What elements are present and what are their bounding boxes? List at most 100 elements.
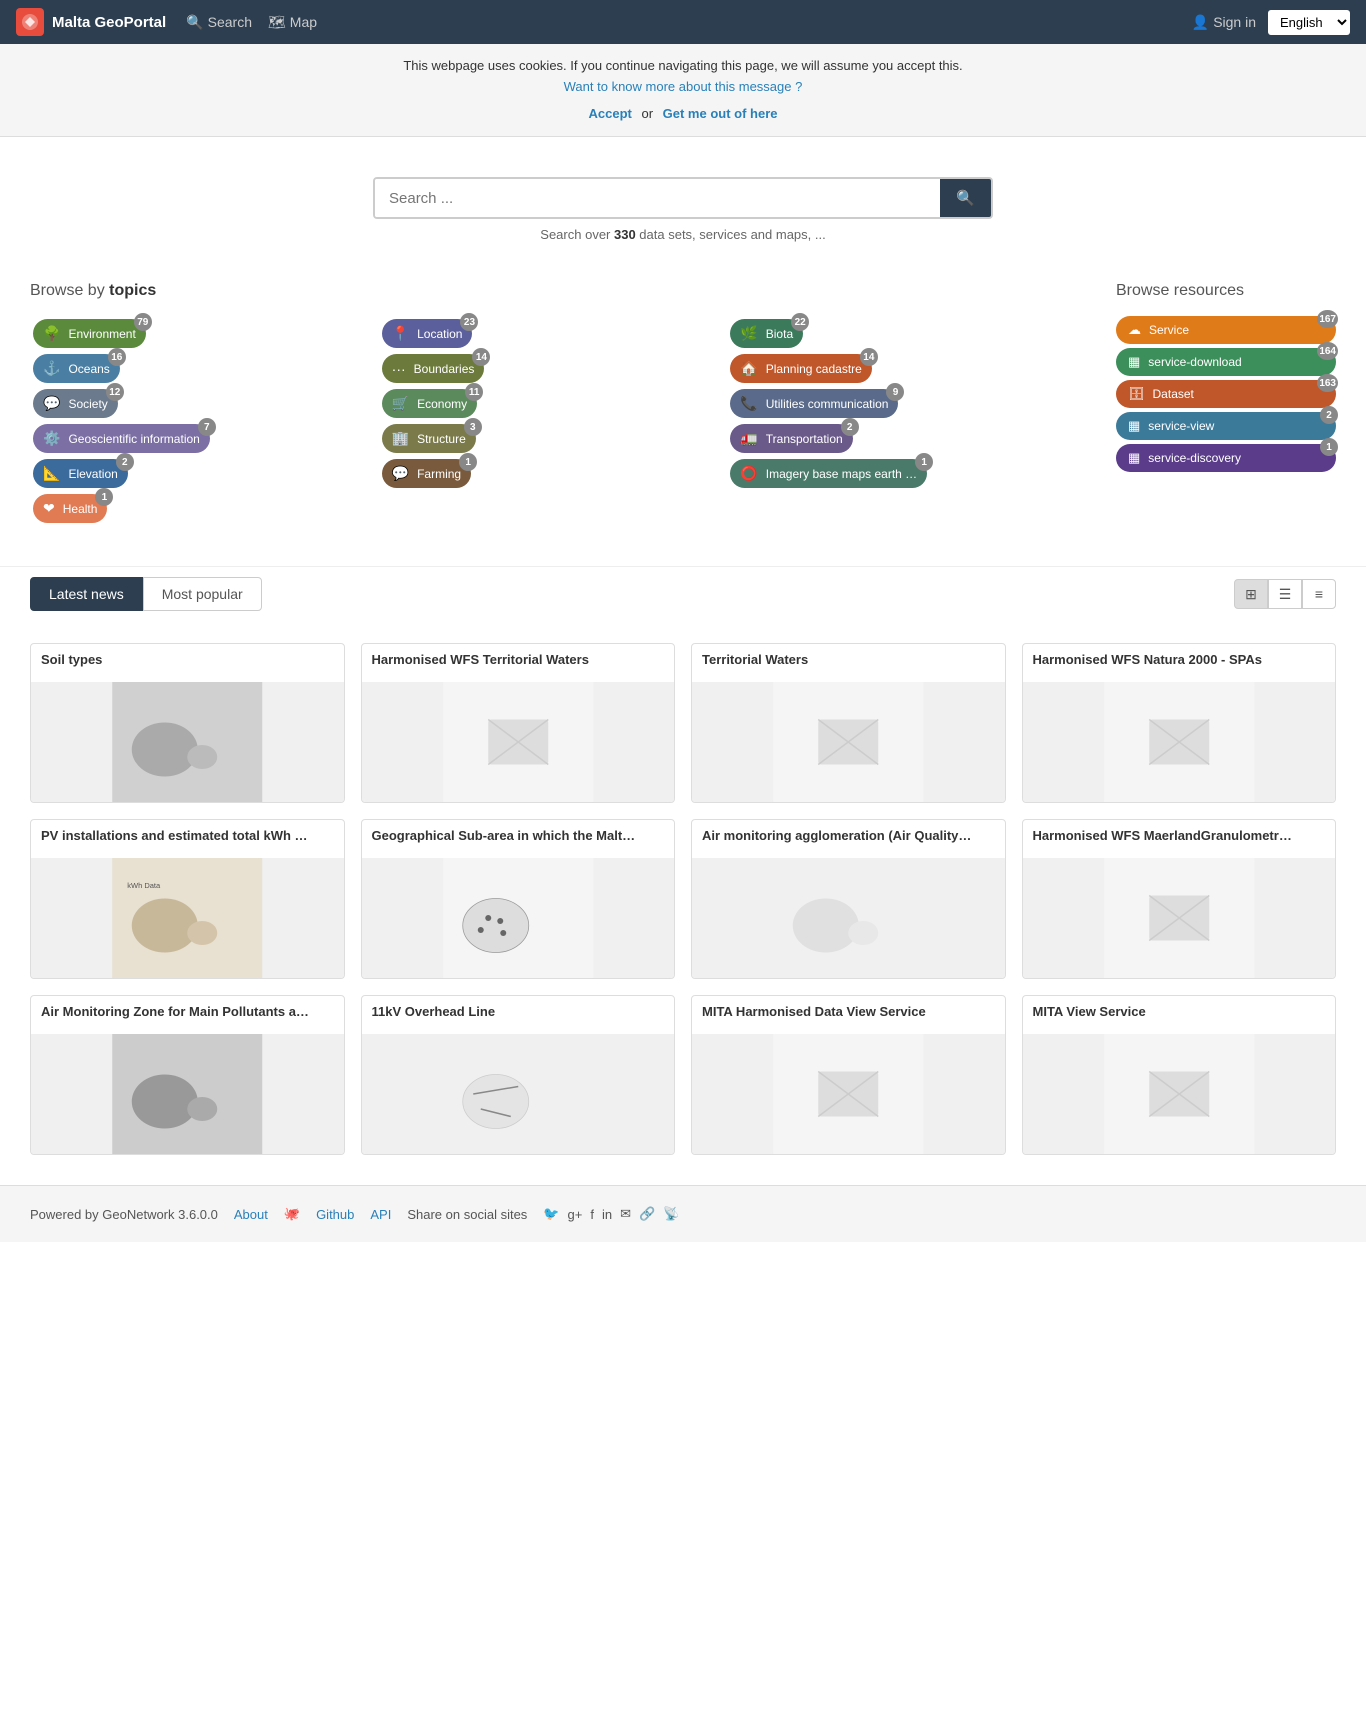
card-title: MITA View Service [1023, 996, 1336, 1034]
signin-button[interactable]: 👤 Sign in [1192, 14, 1256, 31]
resources-list: ☁Service167 ▦service-download164 🗄Dataset1… [1116, 316, 1336, 472]
card-title: PV installations and estimated total kWh… [31, 820, 344, 858]
card-title: Harmonised WFS MaerlandGranulometr… [1023, 820, 1336, 858]
footer-about-link[interactable]: About [234, 1207, 268, 1222]
cards-grid: Soil types Harmonised WFS Territorial Wa… [0, 643, 1366, 1155]
map-nav-icon: 🗺 [268, 14, 286, 31]
topic-item-boundaries[interactable]: ···Boundaries14 [382, 354, 485, 383]
card-item-6[interactable]: Air monitoring agglomeration (Air Qualit… [691, 819, 1006, 979]
card-title: Territorial Waters [692, 644, 1005, 682]
search-input[interactable] [375, 179, 940, 217]
topic-item-health[interactable]: ❤Health1 [33, 494, 107, 523]
brand-logo [16, 8, 44, 36]
topic-item-transportation[interactable]: 🚛Transportation2 [730, 424, 852, 453]
view-toggle: ⊞ ☰ ≡ [1234, 579, 1336, 609]
view-grid-button[interactable]: ⊞ [1234, 579, 1268, 609]
card-item-10[interactable]: MITA Harmonised Data View Service [691, 995, 1006, 1155]
link-icon[interactable]: 🔗 [639, 1206, 655, 1222]
topic-item-structure[interactable]: 🏢Structure3 [382, 424, 476, 453]
card-item-11[interactable]: MITA View Service [1022, 995, 1337, 1155]
topic-item-utilities-communication[interactable]: 📞Utilities communication9 [730, 389, 898, 418]
cookie-message: This webpage uses cookies. If you contin… [16, 56, 1350, 77]
card-item-9[interactable]: 11kV Overhead Line [361, 995, 676, 1155]
cookie-banner: This webpage uses cookies. If you contin… [0, 44, 1366, 137]
googleplus-icon[interactable]: g+ [567, 1207, 582, 1222]
card-item-3[interactable]: Harmonised WFS Natura 2000 - SPAs [1022, 643, 1337, 803]
search-hero: 🔍 Search over 330 data sets, services an… [0, 137, 1366, 262]
resource-item-service-view[interactable]: ▦service-view2 [1116, 412, 1336, 440]
language-select[interactable]: English Maltese [1268, 10, 1350, 35]
search-hint: Search over 330 data sets, services and … [540, 227, 825, 242]
resource-item-Dataset[interactable]: 🗄Dataset163 [1116, 380, 1336, 408]
topic-item-elevation[interactable]: 📐Elevation2 [33, 459, 128, 488]
github-icon: 🐙 [284, 1206, 300, 1222]
card-title: Soil types [31, 644, 344, 682]
footer: Powered by GeoNetwork 3.6.0.0 About 🐙 Gi… [0, 1185, 1366, 1242]
card-item-8[interactable]: Air Monitoring Zone for Main Pollutants … [30, 995, 345, 1155]
topic-item-environment[interactable]: 🌳Environment79 [33, 319, 146, 348]
card-item-1[interactable]: Harmonised WFS Territorial Waters [361, 643, 676, 803]
card-title: Air Monitoring Zone for Main Pollutants … [31, 996, 344, 1034]
card-title: Air monitoring agglomeration (Air Qualit… [692, 820, 1005, 858]
topic-item-economy[interactable]: 🛒Economy11 [382, 389, 477, 418]
card-image [31, 1034, 344, 1154]
card-image [362, 682, 675, 802]
twitter-icon[interactable]: 🐦 [543, 1206, 559, 1222]
card-image [692, 682, 1005, 802]
search-bar: 🔍 [373, 177, 993, 219]
search-button[interactable]: 🔍 [940, 179, 991, 217]
topic-item-oceans[interactable]: ⚓Oceans16 [33, 354, 120, 383]
topic-item-imagery-base-maps-earth-…[interactable]: ⭕Imagery base maps earth …1 [730, 459, 927, 488]
footer-github-link[interactable]: Github [316, 1207, 354, 1222]
footer-social: 🐦 g+ f in ✉ 🔗 📡 [543, 1206, 679, 1222]
card-item-7[interactable]: Harmonised WFS MaerlandGranulometr… [1022, 819, 1337, 979]
facebook-icon[interactable]: f [590, 1207, 594, 1222]
card-image [362, 858, 675, 978]
card-item-2[interactable]: Territorial Waters [691, 643, 1006, 803]
tab-most-popular[interactable]: Most popular [143, 577, 262, 611]
cookie-learn-more[interactable]: Want to know more about this message ? [564, 79, 803, 94]
signin-icon: 👤 [1192, 14, 1209, 31]
topic-item-farming[interactable]: 💬Farming1 [382, 459, 471, 488]
card-image [692, 1034, 1005, 1154]
topic-item-society[interactable]: 💬Society12 [33, 389, 118, 418]
card-image [31, 682, 344, 802]
topic-item-location[interactable]: 📍Location23 [382, 319, 473, 348]
card-image [362, 1034, 675, 1154]
rss-icon[interactable]: 📡 [663, 1206, 679, 1222]
footer-share-label: Share on social sites [407, 1207, 527, 1222]
topic-item-planning-cadastre[interactable]: 🏠Planning cadastre14 [730, 354, 872, 383]
linkedin-icon[interactable]: in [602, 1207, 612, 1222]
brand-name: Malta GeoPortal [52, 14, 166, 31]
navbar: Malta GeoPortal 🔍 Search 🗺 Map 👤 Sign in… [0, 0, 1366, 44]
cookie-accept-link[interactable]: Accept [588, 106, 631, 121]
card-image: kWh Data [31, 858, 344, 978]
powered-by: Powered by GeoNetwork 3.6.0.0 [30, 1207, 218, 1222]
view-compact-button[interactable]: ≡ [1302, 579, 1336, 609]
resource-item-service-discovery[interactable]: ▦service-discovery1 [1116, 444, 1336, 472]
card-title: 11kV Overhead Line [362, 996, 675, 1034]
resource-item-service-download[interactable]: ▦service-download164 [1116, 348, 1336, 376]
cookie-reject-link[interactable]: Get me out of here [663, 106, 778, 121]
language-selector[interactable]: English Maltese [1268, 10, 1350, 35]
browse-topics-header: Browse by Browse by topicstopics [30, 282, 1076, 300]
nav-search-link[interactable]: 🔍 Search [186, 14, 252, 31]
topic-item-geoscientific-information[interactable]: ⚙️Geoscientific information7 [33, 424, 210, 453]
card-image [692, 858, 1005, 978]
footer-api-link[interactable]: API [370, 1207, 391, 1222]
svg-text:kWh Data: kWh Data [127, 881, 161, 890]
card-item-0[interactable]: Soil types [30, 643, 345, 803]
email-icon[interactable]: ✉ [620, 1206, 631, 1222]
nav-map-link[interactable]: 🗺 Map [268, 14, 317, 31]
card-title: Geographical Sub-area in which the Malt… [362, 820, 675, 858]
card-title: Harmonised WFS Territorial Waters [362, 644, 675, 682]
card-item-4[interactable]: PV installations and estimated total kWh… [30, 819, 345, 979]
tab-latest-news[interactable]: Latest news [30, 577, 143, 611]
topic-item-biota[interactable]: 🌿Biota22 [730, 319, 803, 348]
resource-item-Service[interactable]: ☁Service167 [1116, 316, 1336, 344]
card-item-5[interactable]: Geographical Sub-area in which the Malt… [361, 819, 676, 979]
brand-link[interactable]: Malta GeoPortal [16, 8, 166, 36]
view-list-button[interactable]: ☰ [1268, 579, 1302, 609]
search-nav-icon: 🔍 [186, 14, 203, 31]
card-title: MITA Harmonised Data View Service [692, 996, 1005, 1034]
